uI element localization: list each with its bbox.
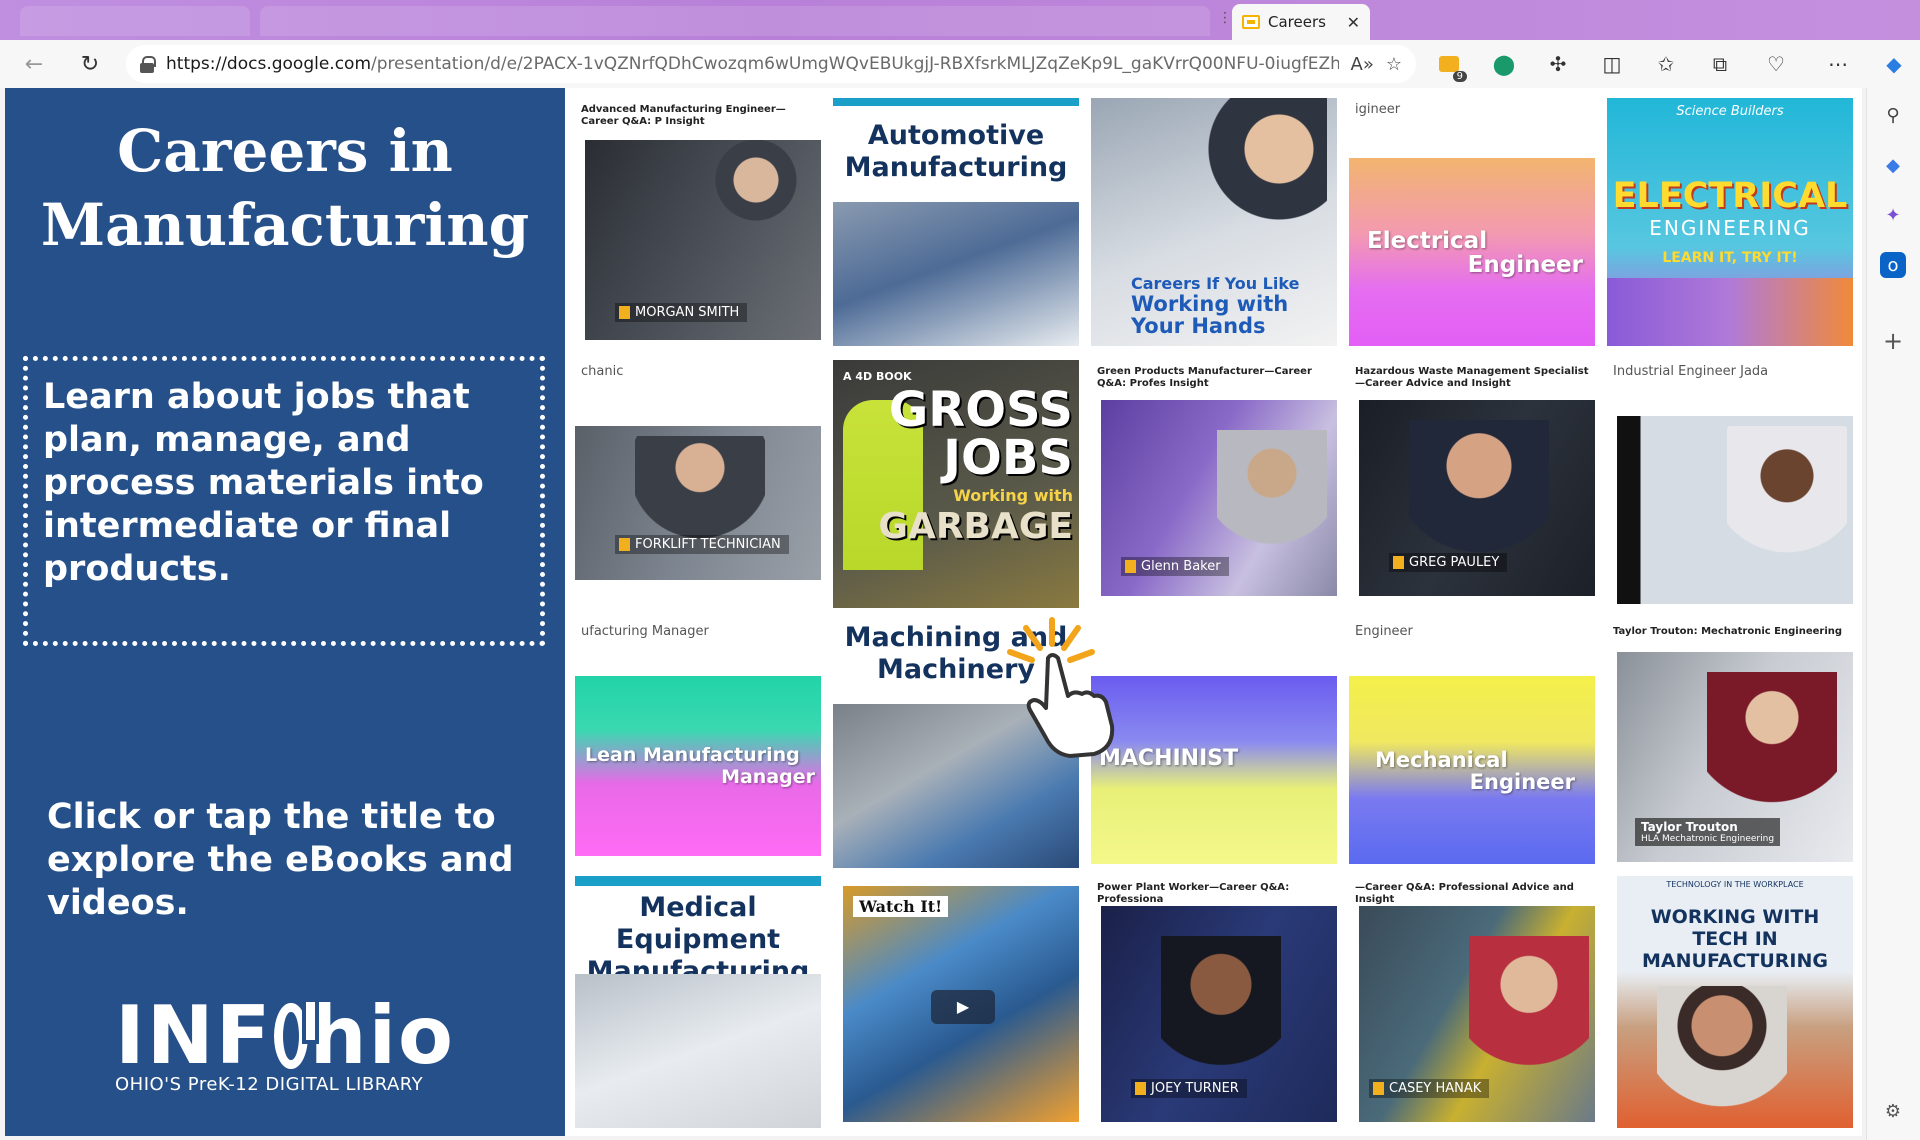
slide-title[interactable]: Careers in Manufacturing (5, 114, 565, 262)
sidebar-settings-gear-icon[interactable]: ⚙ (1880, 1098, 1906, 1124)
tile-power-plant-worker[interactable]: Power Plant Worker—Career Q&A: Professio… (1091, 876, 1337, 1128)
book-top-stripe (833, 98, 1079, 106)
tile-working-with-tech-in-manufacturing[interactable]: TECHNOLOGY IN THE WORKPLACE WORKING WITH… (1607, 876, 1853, 1128)
tab-title: Careers (1268, 13, 1326, 31)
more-options-icon[interactable]: ⋯ (1822, 48, 1854, 80)
back-arrow-icon[interactable]: ← (14, 44, 54, 84)
copilot-icon[interactable]: ◆ (1878, 48, 1910, 80)
tile-mechanical-engineer[interactable]: Engineer Mechanical Engineer (1349, 620, 1595, 868)
address-bar[interactable]: https://docs.google.com/presentation/d/e… (126, 45, 1416, 83)
presentation-slide: Careers in Manufacturing Learn about job… (5, 88, 1862, 1136)
grammar-extension-icon[interactable]: ⬤ (1488, 48, 1520, 80)
person-figure (1217, 430, 1327, 596)
outlook-icon[interactable]: o (1880, 252, 1906, 278)
tab-careers[interactable]: Careers ✕ (1232, 4, 1370, 40)
collections-icon[interactable]: ⧉ (1704, 48, 1736, 80)
tile-gross-jobs-garbage[interactable]: A 4D BOOK GROSS JOBS Working with GARBAG… (833, 360, 1079, 608)
tile-electrical-engineering-book[interactable]: Science Builders ELECTRICAL ENGINEERING … (1607, 98, 1853, 346)
favorite-star-icon[interactable]: ☆ (1386, 54, 1402, 75)
tile-lean-manufacturing-manager[interactable]: ufacturing Manager Lean Manufacturing Ma… (575, 620, 821, 868)
video-thumbnail: Electrical Engineer (1349, 158, 1595, 346)
shopping-tag-icon[interactable]: ◆ (1880, 152, 1906, 178)
tile-medical-equipment-manufacturing[interactable]: Medical Equipment Manufacturing (575, 876, 821, 1128)
tile-advanced-manufacturing-engineer[interactable]: Advanced Manufacturing Engineer—Career Q… (575, 98, 821, 346)
video-thumbnail: JOEY TURNER (1101, 906, 1337, 1122)
video-thumbnail: Watch It! ▶ (843, 886, 1079, 1122)
browser-sidebar: ⚲ ◆ ✦ o + ⚙ (1866, 88, 1920, 1140)
infohio-logo[interactable]: INF hio OHIO'S PreK-12 DIGITAL LIBRARY (115, 996, 455, 1096)
browser-title-bar: ⋮ Careers ✕ (0, 0, 1920, 40)
book-cover-photo (1607, 278, 1853, 346)
background-tab[interactable] (260, 6, 1210, 36)
person-figure (1727, 426, 1847, 604)
video-thumbnail: Taylor Trouton HLA Mechatronic Engineeri… (1617, 652, 1853, 862)
resource-grid: Advanced Manufacturing Engineer—Career Q… (565, 88, 1862, 1136)
video-thumbnail: Glenn Baker (1101, 400, 1337, 596)
tile-careers-working-with-hands[interactable]: Careers If You Like Working with Your Ha… (1091, 98, 1337, 346)
split-screen-icon[interactable]: ◫ (1596, 48, 1628, 80)
lock-icon (140, 56, 156, 73)
book-cover-photo (575, 974, 821, 1128)
tile-watch-it-video[interactable]: Watch It! ▶ (833, 876, 1079, 1128)
left-info-panel: Careers in Manufacturing Learn about job… (5, 88, 565, 1136)
book-cover-photo (833, 202, 1079, 346)
video-thumbnail: CASEY HANAK (1359, 906, 1595, 1122)
close-tab-icon[interactable]: ✕ (1347, 13, 1360, 32)
tile-forklift-technician[interactable]: chanic FORKLIFT TECHNICIAN (575, 360, 821, 608)
browser-toolbar: ← ↻ https://docs.google.com/presentation… (0, 40, 1920, 88)
description-text: Learn about jobs that plan, manage, and … (43, 377, 484, 589)
video-thumbnail: Mechanical Engineer (1349, 676, 1595, 864)
search-icon[interactable]: ⚲ (1880, 102, 1906, 128)
slides-favicon-icon (1242, 15, 1260, 29)
logo-subtitle: OHIO'S PreK-12 DIGITAL LIBRARY (115, 1074, 424, 1095)
person-figure (635, 436, 765, 580)
add-sidebar-app-icon[interactable]: + (1880, 327, 1906, 355)
url-text[interactable]: https://docs.google.com/presentation/d/e… (166, 54, 1339, 74)
person-figure (1207, 98, 1327, 268)
video-thumbnail: Lean Manufacturing Manager (575, 676, 821, 856)
extensions-puzzle-icon[interactable]: ✣ (1542, 48, 1574, 80)
book-cover: TECHNOLOGY IN THE WORKPLACE WORKING WITH… (1617, 876, 1853, 1128)
read-aloud-icon[interactable]: A» (1351, 54, 1374, 75)
video-thumbnail: FORKLIFT TECHNICIAN (575, 426, 821, 580)
reload-icon[interactable]: ↻ (70, 44, 110, 84)
tile-welder[interactable]: —Career Q&A: Professional Advice and Ins… (1349, 876, 1595, 1128)
power-o-icon (274, 998, 320, 1069)
copilot-sidebar-icon[interactable]: ✦ (1880, 202, 1906, 228)
tile-automotive-manufacturing[interactable]: Automotive Manufacturing (833, 98, 1079, 346)
play-icon[interactable]: ▶ (931, 990, 995, 1024)
instruction-text: Click or tap the title to explore the eB… (47, 797, 514, 923)
tab-overflow-indicator: ⋮ (1218, 10, 1232, 26)
video-thumbnail: MORGAN SMITH (585, 140, 821, 340)
tile-green-products-manufacturer[interactable]: Green Products Manufacturer—Career Q&A: … (1091, 360, 1337, 608)
browser-essentials-icon[interactable]: ♡ (1760, 48, 1792, 80)
book-top-stripe (575, 876, 821, 886)
tile-hazardous-waste-specialist[interactable]: Hazardous Waste Management Specialist—Ca… (1349, 360, 1595, 608)
video-thumbnail: GREG PAULEY (1359, 400, 1595, 596)
background-tab[interactable] (20, 6, 250, 36)
video-thumbnail (1617, 416, 1853, 604)
lower-third: Taylor Trouton HLA Mechatronic Engineeri… (1635, 818, 1781, 846)
extension-chat-icon[interactable]: 9 (1433, 48, 1467, 82)
person-figure (1657, 986, 1787, 1128)
tile-electrical-engineer-video[interactable]: igineer Electrical Engineer (1349, 98, 1595, 346)
tile-industrial-engineer-jada[interactable]: Industrial Engineer Jada (1607, 360, 1853, 608)
hand-pointer-cursor-icon (1007, 617, 1115, 758)
tile-mechatronic-engineering[interactable]: Taylor Trouton: Mechatronic Engineering … (1607, 620, 1853, 868)
favorites-icon[interactable]: ✩ (1650, 48, 1682, 80)
